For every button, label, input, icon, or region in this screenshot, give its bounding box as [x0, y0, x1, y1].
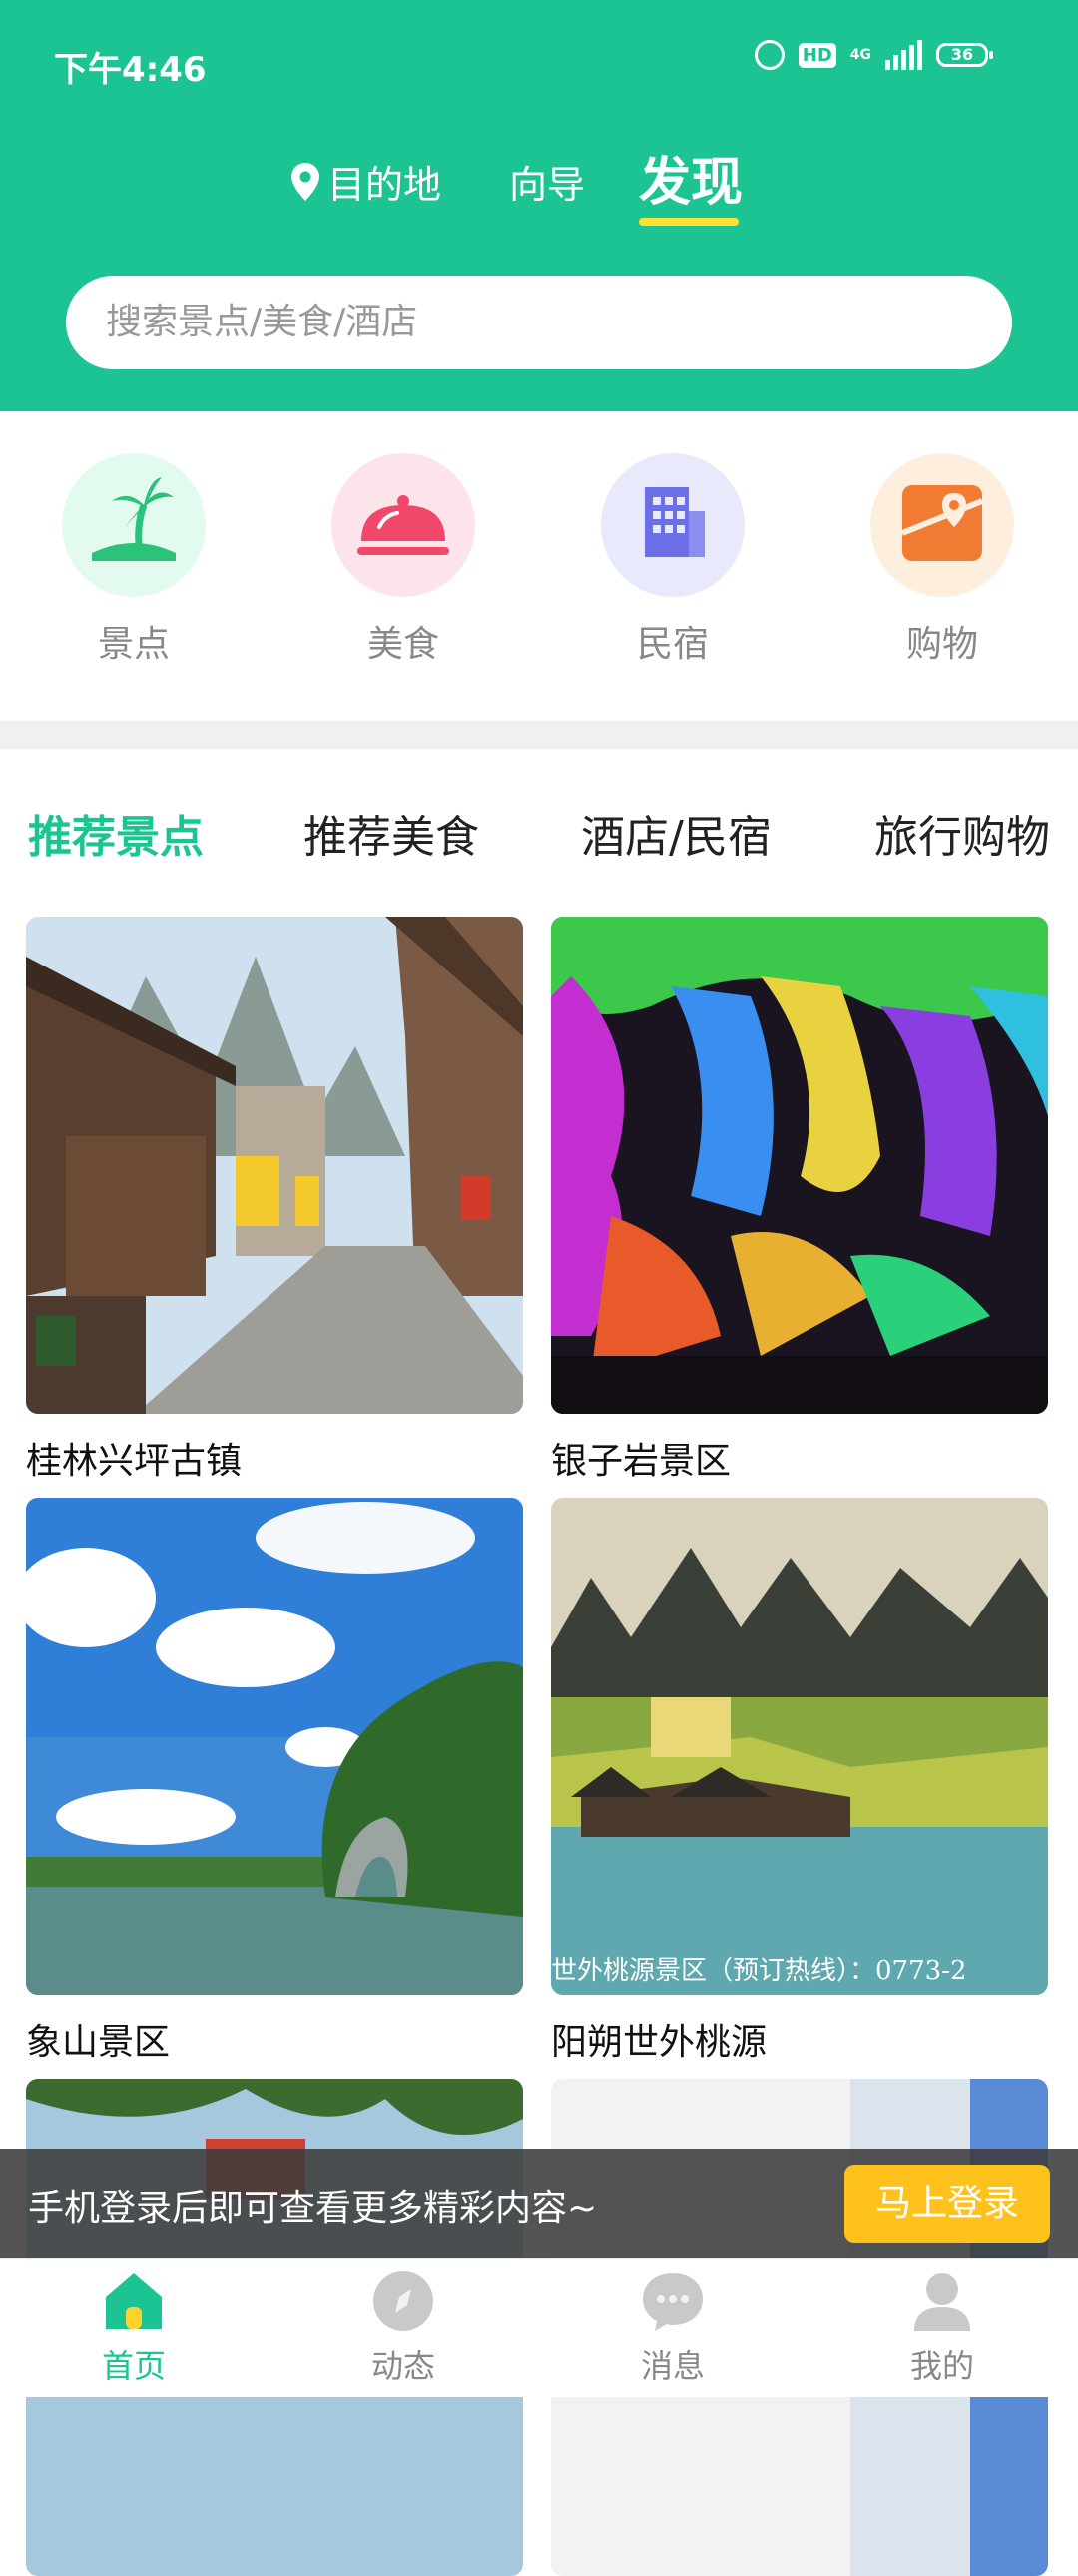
location-pin-icon [291, 162, 319, 201]
place-photo: 世外桃源景区（预订热线）：0773-2 [551, 1498, 1048, 1995]
category-shopping[interactable]: 购物 [870, 453, 1014, 667]
place-title: 桂林兴坪古镇 [26, 1441, 243, 1482]
top-nav: 目的地 向导 发现 [0, 140, 1078, 230]
place-card[interactable]: 象山景区 [26, 1498, 523, 2065]
chat-bubble-icon [641, 2269, 705, 2333]
place-photo [26, 1498, 523, 1995]
tab-home[interactable]: 首页 [74, 2269, 194, 2387]
place-title: 阳朔世外桃源 [551, 2022, 768, 2063]
active-tab-underline [639, 218, 739, 226]
tab-destination[interactable]: 目的地 [291, 154, 441, 209]
food-cloche-icon [331, 453, 475, 597]
category-label: 民宿 [636, 624, 709, 665]
tab-recommended-scenic[interactable]: 推荐景点 [28, 801, 204, 865]
tab-messages[interactable]: 消息 [613, 2269, 733, 2387]
home-icon [102, 2269, 166, 2333]
tab-profile[interactable]: 我的 [882, 2269, 1002, 2387]
category-row: 景点 美食 民宿 购物 [0, 411, 1078, 721]
tab-messages-label: 消息 [640, 2347, 705, 2385]
header: 下午4:46 HD 4G 36 目的地 向导 发现 搜索景点/美食/酒店 [0, 0, 1078, 411]
tab-profile-label: 我的 [909, 2347, 974, 2385]
category-label: 购物 [905, 624, 978, 665]
place-photo [551, 917, 1048, 1414]
place-card[interactable]: 桂林兴坪古镇 [26, 917, 523, 1484]
building-icon [601, 453, 745, 597]
compass-icon [371, 2269, 435, 2333]
tab-home-label: 首页 [101, 2347, 166, 2385]
category-label: 美食 [366, 624, 439, 665]
signal-icon [885, 40, 922, 70]
photo-watermark: 世外桃源景区（预订热线）：0773-2 [551, 1956, 967, 1986]
tab-discover[interactable]: 发现 [639, 140, 743, 215]
alarm-icon [754, 40, 785, 70]
login-button[interactable]: 马上登录 [844, 2165, 1050, 2243]
category-food[interactable]: 美食 [331, 453, 475, 667]
section-divider [0, 721, 1078, 749]
login-prompt-bar: 手机登录后即可查看更多精彩内容~ 马上登录 [0, 2149, 1078, 2258]
tab-destination-label: 目的地 [327, 163, 442, 207]
place-photo [26, 917, 523, 1414]
tab-guide[interactable]: 向导 [509, 154, 585, 209]
place-card[interactable]: 世外桃源景区（预订热线）：0773-2 阳朔世外桃源 [551, 1498, 1048, 2065]
content-tabs: 推荐景点 推荐美食 酒店/民宿 旅行购物 [0, 749, 1078, 909]
category-homestay[interactable]: 民宿 [601, 453, 745, 667]
battery-icon: 36 [936, 43, 993, 67]
tab-feed-label: 动态 [370, 2347, 435, 2385]
status-icons: HD 4G 36 [754, 40, 993, 70]
category-label: 景点 [97, 624, 170, 665]
palm-island-icon [62, 453, 206, 597]
place-title: 象山景区 [26, 2022, 171, 2063]
place-card[interactable]: 银子岩景区 [551, 917, 1048, 1484]
user-icon [910, 2269, 974, 2333]
tab-feed[interactable]: 动态 [343, 2269, 463, 2387]
hd-icon: HD [798, 42, 836, 68]
bottom-tab-bar: 首页 动态 消息 我的 [0, 2258, 1078, 2397]
search-input[interactable]: 搜索景点/美食/酒店 [66, 276, 1012, 369]
tab-hotel-homestay[interactable]: 酒店/民宿 [581, 801, 772, 865]
tab-recommended-food[interactable]: 推荐美食 [303, 801, 479, 865]
status-time: 下午4:46 [54, 50, 207, 90]
login-prompt-text: 手机登录后即可查看更多精彩内容~ [28, 2188, 598, 2229]
tab-travel-shopping[interactable]: 旅行购物 [874, 801, 1050, 865]
place-title: 银子岩景区 [551, 1441, 732, 1482]
map-pin-icon [870, 453, 1014, 597]
network-type: 4G [849, 47, 871, 63]
category-scenic[interactable]: 景点 [62, 453, 206, 667]
